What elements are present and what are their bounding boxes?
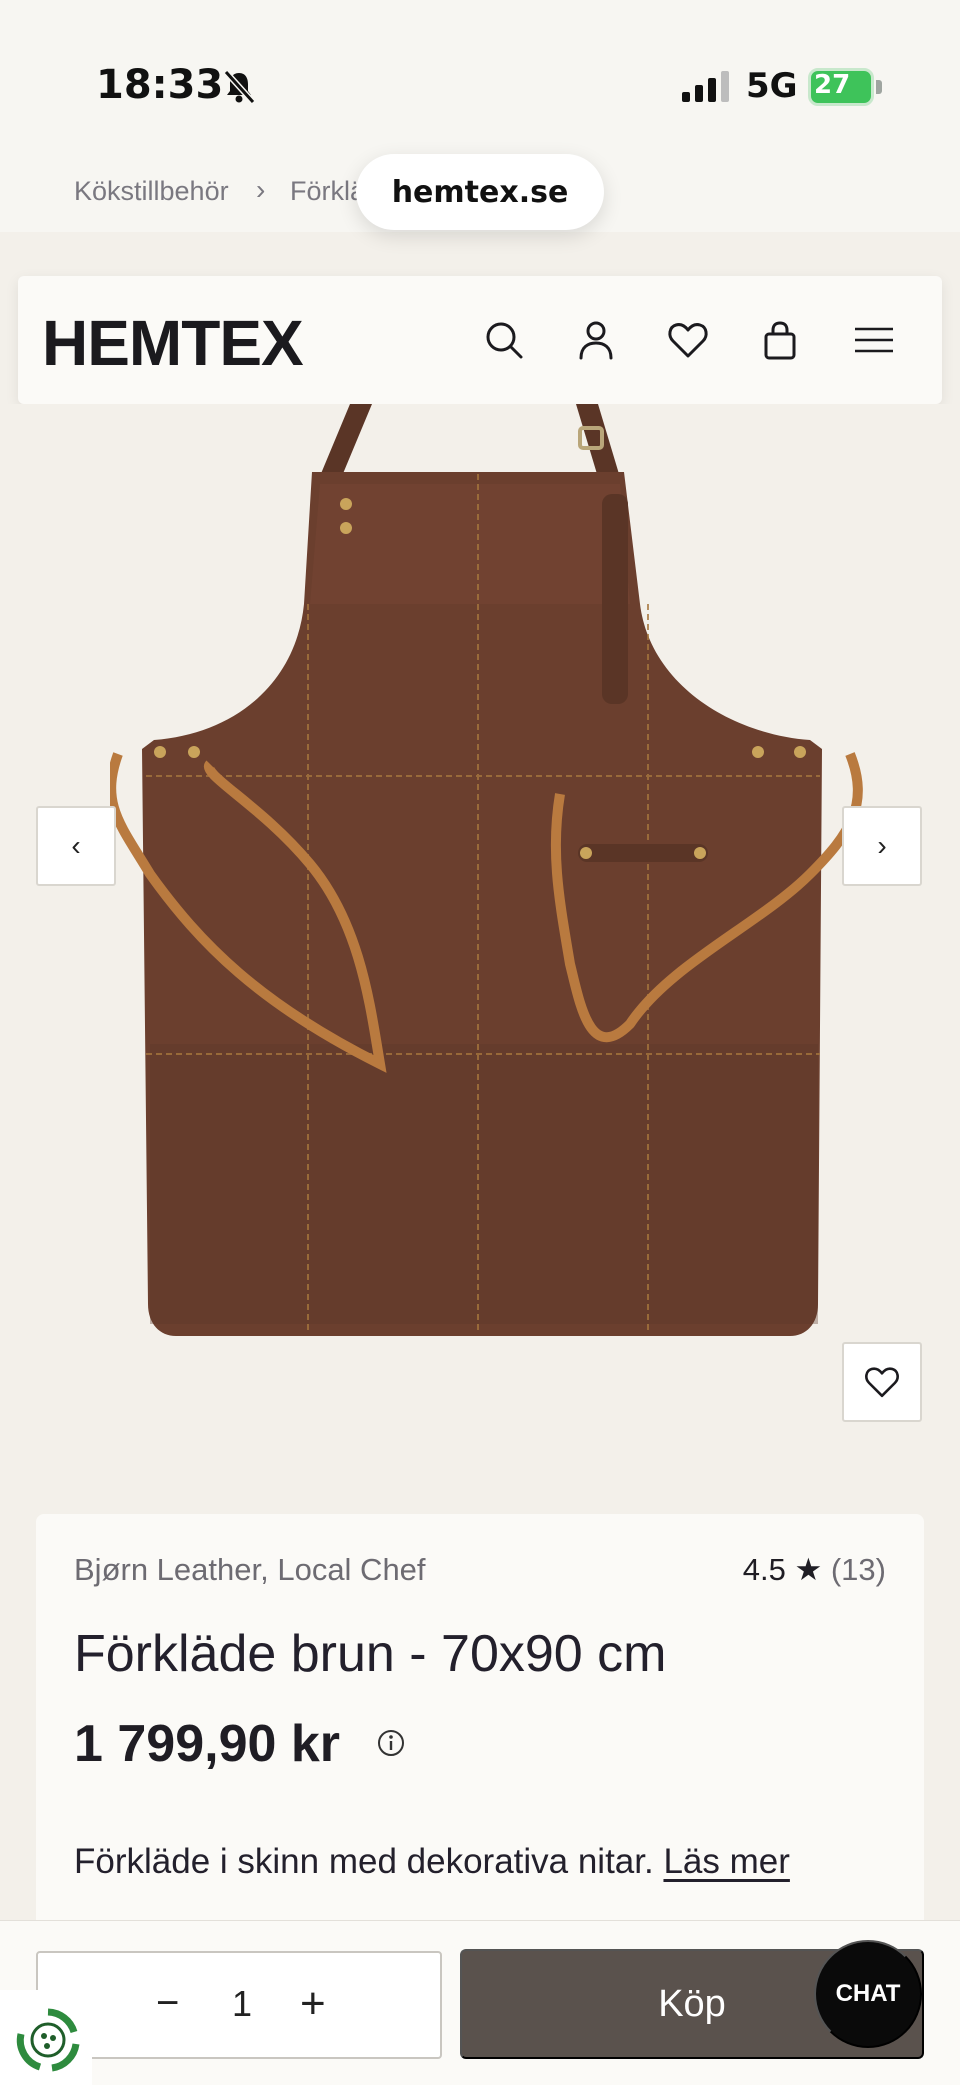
quantity-value[interactable]: 1 — [232, 1983, 252, 2025]
chevron-left-icon: ‹ — [71, 830, 81, 861]
breadcrumb-item-forklade[interactable]: Förklä — [290, 176, 365, 207]
site-header: HEMTEX — [18, 276, 942, 404]
menu-icon[interactable] — [852, 318, 896, 362]
gallery-next-button[interactable]: › — [842, 806, 922, 886]
rating-count: (13) — [830, 1552, 886, 1587]
chevron-right-icon: › — [877, 830, 887, 861]
site-logo[interactable]: HEMTEX — [42, 306, 304, 380]
product-description: Förkläde i skinn med dekorativa nitar. L… — [74, 1842, 790, 1882]
breadcrumb-item-kokstillbehor[interactable]: Kökstillbehör — [74, 176, 229, 207]
breadcrumb-separator: › — [256, 174, 266, 205]
product-image-apron[interactable] — [110, 404, 870, 1344]
product-info-card: Bjørn Leather, Local Chef 4.5 ★ (13) För… — [36, 1514, 924, 1934]
decrease-quantity-button[interactable]: − — [156, 1981, 179, 2026]
quantity-stepper: − 1 + — [36, 1951, 442, 2059]
bell-muted-icon — [223, 69, 256, 105]
certification-badge[interactable] — [0, 1990, 92, 2085]
heart-icon — [865, 1367, 899, 1398]
read-more-link[interactable]: Läs mer — [663, 1842, 789, 1881]
info-icon[interactable] — [376, 1728, 406, 1758]
description-text: Förkläde i skinn med dekorativa nitar. — [74, 1842, 654, 1881]
certification-seal-icon — [16, 2008, 80, 2072]
increase-quantity-button[interactable]: + — [300, 1979, 326, 2029]
status-time: 18:33 — [96, 62, 224, 108]
url-pill[interactable]: hemtex.se — [356, 154, 604, 230]
status-bar: 18:33 5G 27 — [0, 0, 960, 150]
add-to-wishlist-button[interactable] — [842, 1342, 922, 1422]
product-gallery: ‹ › — [0, 404, 960, 1444]
signal-icon — [682, 71, 729, 102]
battery-level: 27 — [814, 70, 851, 100]
product-price: 1 799,90 kr — [74, 1715, 341, 1773]
product-title: Förkläde brun - 70x90 cm — [74, 1625, 667, 1683]
product-rating[interactable]: 4.5 ★ (13) — [743, 1552, 886, 1588]
rating-value: 4.5 ★ — [742, 1552, 823, 1587]
network-label: 5G — [746, 66, 798, 106]
battery-icon: 27 — [808, 68, 882, 106]
cart-bag-icon[interactable] — [758, 318, 802, 362]
account-icon[interactable] — [574, 318, 618, 362]
product-brand[interactable]: Bjørn Leather, Local Chef — [74, 1552, 426, 1588]
wishlist-icon[interactable] — [666, 318, 710, 362]
chat-button[interactable]: CHAT — [814, 1940, 922, 2048]
gallery-prev-button[interactable]: ‹ — [36, 806, 116, 886]
search-icon[interactable] — [482, 318, 526, 362]
